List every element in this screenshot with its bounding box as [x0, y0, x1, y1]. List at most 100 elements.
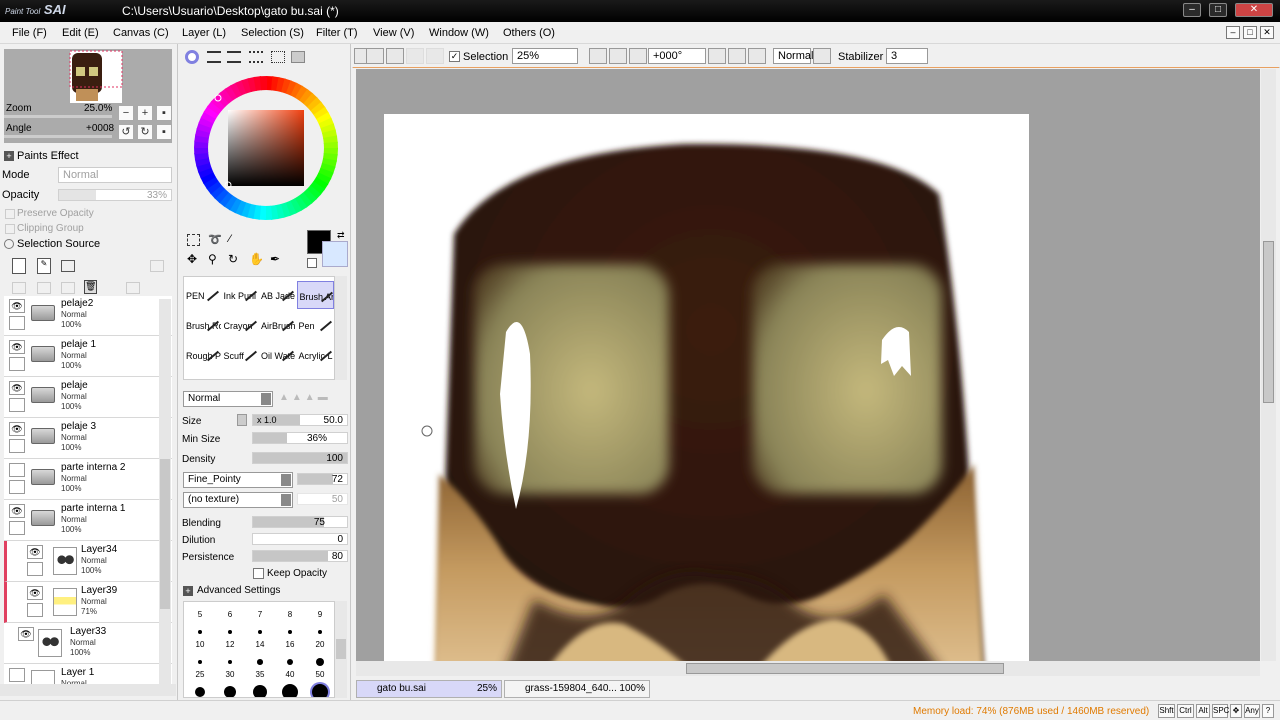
layer-hscrollbar[interactable] [0, 684, 176, 696]
new-layer-icon[interactable] [12, 258, 26, 274]
tab-grass[interactable]: grass-159804_640... 100% [504, 680, 650, 698]
menu-view[interactable]: View (V) [373, 27, 414, 39]
layer-lock-checkbox[interactable] [9, 480, 25, 494]
layer-lock-checkbox[interactable] [9, 521, 25, 535]
brush-shape-icons[interactable]: ▲▲▲▬ [279, 392, 345, 406]
texture-strength-slider[interactable]: 50 [297, 493, 348, 505]
brush-tool-acrylic-l[interactable]: Acrylic L [297, 341, 334, 369]
maximize-button[interactable]: □ [1209, 3, 1227, 17]
layer-row[interactable]: 👁 pelaje2 Normal 100% [4, 296, 172, 336]
size-slider[interactable]: x 1.0 50.0 [252, 414, 348, 426]
layer-row[interactable]: 👁 pelaje Normal 100% [4, 377, 172, 418]
move-icon[interactable]: ✥ [187, 252, 197, 266]
visibility-eye-icon[interactable]: 👁 [9, 504, 25, 518]
zoom-reset-button[interactable] [629, 48, 647, 64]
visibility-eye-icon[interactable] [9, 668, 25, 682]
eyedropper-icon[interactable]: ✒ [270, 252, 280, 266]
scratchpad-tab-icon[interactable] [271, 51, 285, 63]
brush-size-dot[interactable] [195, 687, 205, 697]
persistence-slider[interactable]: 80 [252, 550, 348, 562]
stabilizer-select[interactable]: 3 [886, 48, 928, 64]
tab-gato-bu[interactable]: gato bu.sai 25% [356, 680, 502, 698]
menu-layer[interactable]: Layer (L) [182, 27, 226, 39]
layer-row[interactable]: Layer 1 Normal [4, 664, 172, 686]
layer-lock-checkbox[interactable] [9, 316, 25, 330]
brush-size-dot[interactable] [288, 630, 292, 634]
layer-option-icon[interactable] [150, 260, 164, 272]
hand-icon[interactable]: ✋ [249, 252, 264, 266]
brush-shape-select[interactable]: Fine_Pointy [183, 472, 293, 488]
density-slider[interactable]: 100 [252, 452, 348, 464]
zoom-out-button[interactable]: − [118, 105, 134, 121]
rotate-icon[interactable]: ↻ [228, 252, 238, 266]
minimize-button[interactable]: – [1183, 3, 1201, 17]
brush-tool-pen[interactable]: PEN [184, 281, 221, 309]
layer-row[interactable]: 👁 pelaje 1 Normal 100% [4, 336, 172, 377]
swatches-tab-icon[interactable] [249, 51, 263, 63]
brush-size-dot[interactable] [312, 684, 328, 697]
swap-color-icon[interactable]: ⇄ [337, 230, 345, 241]
merge-down-icon[interactable] [37, 282, 51, 294]
shape-strength-slider[interactable]: 72 [297, 473, 348, 485]
zoom-reset-button[interactable]: ▪ [156, 105, 172, 121]
layer-lock-checkbox[interactable] [9, 398, 25, 412]
close-button[interactable]: ✕ [1235, 3, 1273, 17]
canvas-zoom-select[interactable]: 25% [512, 48, 578, 64]
zoom-slider[interactable] [4, 115, 112, 118]
expand-icon[interactable]: + [4, 151, 14, 161]
angle-slider[interactable] [4, 135, 112, 138]
rotate-reset-button[interactable]: ▪ [156, 124, 172, 140]
brush-tool-ab-jade[interactable]: AB Jade [259, 281, 296, 309]
delete-layer-icon[interactable]: 🗑 [84, 280, 97, 294]
canvas-angle-select[interactable]: +000° [648, 48, 706, 64]
lasso-icon[interactable]: ➰ [208, 233, 222, 246]
flip-horizontal-button[interactable] [813, 48, 831, 64]
visibility-eye-icon[interactable]: 👁 [27, 545, 43, 559]
rotate-reset-button[interactable] [748, 48, 766, 64]
redo-button[interactable] [386, 48, 404, 64]
brush-size-dot[interactable] [258, 630, 262, 634]
deselect-button[interactable] [406, 48, 424, 64]
layer-mode-select[interactable]: Normal [58, 167, 172, 183]
new-folder-icon[interactable] [61, 260, 75, 272]
undo-button[interactable] [366, 48, 384, 64]
magic-wand-icon[interactable]: ⁄ [229, 233, 231, 245]
brush-size-dot[interactable] [318, 630, 322, 634]
canvas-hscrollbar[interactable] [356, 661, 1260, 676]
menu-others[interactable]: Others (O) [503, 27, 555, 39]
blending-slider[interactable]: 75 [252, 516, 348, 528]
zoom-in-button[interactable] [609, 48, 627, 64]
invert-selection-button[interactable] [426, 48, 444, 64]
color-option-icon[interactable] [291, 51, 305, 63]
visibility-eye-icon[interactable]: 👁 [9, 381, 25, 395]
paint-effect-header[interactable]: Paints Effect [17, 150, 79, 162]
transparent-color-icon[interactable] [307, 258, 317, 268]
dilution-slider[interactable]: 0 [252, 533, 348, 545]
brush-tool-crayon[interactable]: Crayon [222, 311, 259, 339]
layer-row[interactable]: 👁 Layer33 Normal 100% [4, 623, 172, 664]
min-size-slider[interactable]: 36% [252, 432, 348, 444]
menu-selection[interactable]: Selection (S) [241, 27, 304, 39]
doc-minimize-button[interactable]: – [1226, 26, 1240, 39]
merge-visible-icon[interactable] [126, 282, 140, 294]
color-wheel-tab-icon[interactable] [185, 50, 199, 64]
doc-restore-button[interactable]: □ [1243, 26, 1257, 39]
brush-size-dot[interactable] [282, 684, 298, 697]
secondary-color-swatch[interactable] [322, 241, 348, 267]
brush-size-dot[interactable] [198, 630, 202, 634]
size-mult-dropdown[interactable] [237, 414, 247, 426]
menu-window[interactable]: Window (W) [429, 27, 489, 39]
visibility-eye-icon[interactable]: 👁 [9, 422, 25, 436]
visibility-eye-icon[interactable]: 👁 [27, 586, 43, 600]
color-wheel[interactable] [191, 73, 341, 223]
new-linework-layer-icon[interactable]: ✎ [37, 258, 51, 274]
brush-tool-brush-ar[interactable]: Brush Ar [296, 281, 334, 309]
brush-tool-airbrush[interactable]: AirBrush [259, 311, 296, 339]
menu-canvas[interactable]: Canvas (C) [113, 27, 169, 39]
brush-size-dot[interactable] [253, 685, 267, 697]
hsv-slider-tab-icon[interactable] [227, 51, 241, 63]
menu-filter[interactable]: Filter (T) [316, 27, 358, 39]
layer-lock-checkbox[interactable] [9, 357, 25, 371]
visibility-eye-icon[interactable]: 👁 [18, 627, 34, 641]
selection-source-checkbox[interactable] [4, 239, 14, 249]
